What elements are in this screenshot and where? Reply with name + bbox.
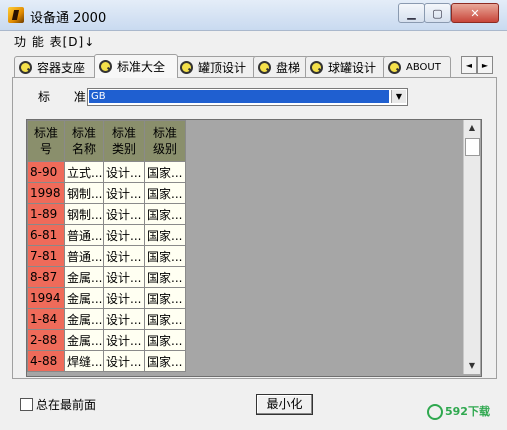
app-icon	[8, 7, 24, 23]
column-header-standard-name[interactable]: 标准 名称	[64, 120, 104, 162]
standards-table: 标准号 标准 名称 标准 类别 标准 级别 8-90 立式... 设计... 国家... 19…	[27, 120, 186, 372]
column-header-standard-category[interactable]: 标准 类别	[103, 120, 145, 162]
cell-standard-level[interactable]: 国家...	[144, 161, 186, 183]
cell-standard-category[interactable]: 设计...	[103, 350, 145, 372]
cell-standard-level[interactable]: 国家...	[144, 203, 186, 225]
always-on-top-checkbox[interactable]	[20, 398, 33, 411]
cell-standard-name[interactable]: 钢制...	[64, 182, 104, 204]
cell-standard-name[interactable]: 金属...	[64, 329, 104, 351]
title-bar: 设备通 2000 ▁ ▢ ✕	[0, 0, 507, 31]
cell-standard-level[interactable]: 国家...	[144, 266, 186, 288]
cell-standard-number[interactable]: 8-90	[27, 161, 65, 183]
maximize-window-button[interactable]: ▢	[424, 3, 451, 23]
tab-label: 球罐设计	[328, 60, 377, 75]
tab-spiral-stairs[interactable]: 盘梯	[253, 56, 309, 77]
tab-bulb-icon	[388, 60, 401, 74]
cell-standard-number[interactable]: 1-84	[27, 308, 65, 330]
cell-standard-level[interactable]: 国家...	[144, 245, 186, 267]
table-row[interactable]: 1-84 金属... 设计... 国家...	[27, 308, 186, 330]
scroll-thumb[interactable]	[465, 138, 480, 156]
cell-standard-name[interactable]: 钢制...	[64, 203, 104, 225]
cell-standard-number[interactable]: 4-88	[27, 350, 65, 372]
menu-bar: 功 能 表[D]↓	[0, 31, 507, 51]
cell-standard-name[interactable]: 金属...	[64, 266, 104, 288]
cell-standard-category[interactable]: 设计...	[103, 329, 145, 351]
cell-standard-number[interactable]: 6-81	[27, 224, 65, 246]
tab-bulb-icon	[99, 60, 112, 73]
cell-standard-number[interactable]: 1998	[27, 182, 65, 204]
cell-standard-category[interactable]: 设计...	[103, 245, 145, 267]
tab-about[interactable]: ABOUT	[383, 56, 451, 77]
cell-standard-category[interactable]: 设计...	[103, 161, 145, 183]
tab-tank-top-design[interactable]: 罐顶设计	[175, 56, 257, 77]
table-row[interactable]: 1-89 钢制... 设计... 国家...	[27, 203, 186, 225]
column-header-standard-number[interactable]: 标准号	[27, 120, 65, 162]
tab-label: 罐顶设计	[198, 60, 247, 75]
tab-spherical-tank-design[interactable]: 球罐设计	[305, 56, 387, 77]
cell-standard-category[interactable]: 设计...	[103, 182, 145, 204]
cell-standard-name[interactable]: 金属...	[64, 308, 104, 330]
cell-standard-number[interactable]: 2-88	[27, 329, 65, 351]
cell-standard-number[interactable]: 8-87	[27, 266, 65, 288]
cell-standard-category[interactable]: 设计...	[103, 308, 145, 330]
scroll-down-arrow-icon[interactable]: ▼	[464, 358, 480, 374]
cell-standard-category[interactable]: 设计...	[103, 287, 145, 309]
cell-standard-name[interactable]: 普通...	[64, 245, 104, 267]
table-row[interactable]: 7-81 普通... 设计... 国家...	[27, 245, 186, 267]
chevron-down-icon[interactable]: ▼	[391, 90, 406, 103]
grid-vertical-scrollbar[interactable]: ▲ ▼	[463, 120, 480, 374]
tab-label: ABOUT	[406, 61, 441, 73]
cell-standard-category[interactable]: 设计...	[103, 224, 145, 246]
table-row[interactable]: 8-87 金属... 设计... 国家...	[27, 266, 186, 288]
always-on-top-label[interactable]: 总在最前面	[36, 396, 96, 413]
cell-standard-name[interactable]: 金属...	[64, 287, 104, 309]
tab-scroll-right-button[interactable]: ►	[477, 56, 493, 74]
minimize-window-button[interactable]: ▁	[398, 3, 425, 23]
tab-bulb-icon	[310, 60, 323, 74]
standard-select[interactable]: GB ▼	[87, 88, 408, 106]
watermark-icon	[427, 404, 443, 420]
watermark-logo: 592下载	[427, 403, 490, 420]
tab-scroll-left-button[interactable]: ◄	[461, 56, 477, 74]
cell-standard-name[interactable]: 焊缝...	[64, 350, 104, 372]
menu-function-table[interactable]: 功 能 表[D]↓	[14, 33, 95, 50]
table-header-row: 标准号 标准 名称 标准 类别 标准 级别	[27, 120, 186, 162]
tab-bulb-icon	[180, 60, 193, 74]
cell-standard-category[interactable]: 设计...	[103, 203, 145, 225]
cell-standard-level[interactable]: 国家...	[144, 182, 186, 204]
close-window-button[interactable]: ✕	[451, 3, 499, 23]
tab-container-support[interactable]: 容器支座	[14, 56, 98, 77]
table-row[interactable]: 6-81 普通... 设计... 国家...	[27, 224, 186, 246]
cell-standard-level[interactable]: 国家...	[144, 287, 186, 309]
tab-label: 盘梯	[276, 60, 301, 75]
tab-bulb-icon	[19, 60, 32, 74]
table-row[interactable]: 8-90 立式... 设计... 国家...	[27, 161, 186, 183]
cell-standard-category[interactable]: 设计...	[103, 266, 145, 288]
cell-standard-name[interactable]: 立式...	[64, 161, 104, 183]
cell-standard-level[interactable]: 国家...	[144, 329, 186, 351]
cell-standard-level[interactable]: 国家...	[144, 308, 186, 330]
cell-standard-number[interactable]: 1994	[27, 287, 65, 309]
cell-standard-number[interactable]: 7-81	[27, 245, 65, 267]
tab-label: 容器支座	[37, 60, 86, 75]
table-row[interactable]: 1994 金属... 设计... 国家...	[27, 287, 186, 309]
table-row[interactable]: 1998 钢制... 设计... 国家...	[27, 182, 186, 204]
cell-standard-level[interactable]: 国家...	[144, 350, 186, 372]
standard-select-value: GB	[89, 90, 389, 103]
window-title: 设备通 2000	[30, 11, 107, 26]
tab-label: 标准大全	[117, 60, 166, 74]
scroll-up-arrow-icon[interactable]: ▲	[464, 120, 480, 136]
cell-standard-level[interactable]: 国家...	[144, 224, 186, 246]
table-row[interactable]: 4-88 焊缝... 设计... 国家...	[27, 350, 186, 372]
tab-standards[interactable]: 标准大全	[94, 54, 178, 78]
tab-bulb-icon	[258, 60, 271, 74]
minimize-button[interactable]: 最小化	[256, 394, 313, 415]
cell-standard-name[interactable]: 普通...	[64, 224, 104, 246]
cell-standard-number[interactable]: 1-89	[27, 203, 65, 225]
column-header-standard-level[interactable]: 标准 级别	[144, 120, 186, 162]
standards-grid[interactable]: 标准号 标准 名称 标准 类别 标准 级别 8-90 立式... 设计... 国家... 19…	[26, 119, 482, 377]
table-row[interactable]: 2-88 金属... 设计... 国家...	[27, 329, 186, 351]
